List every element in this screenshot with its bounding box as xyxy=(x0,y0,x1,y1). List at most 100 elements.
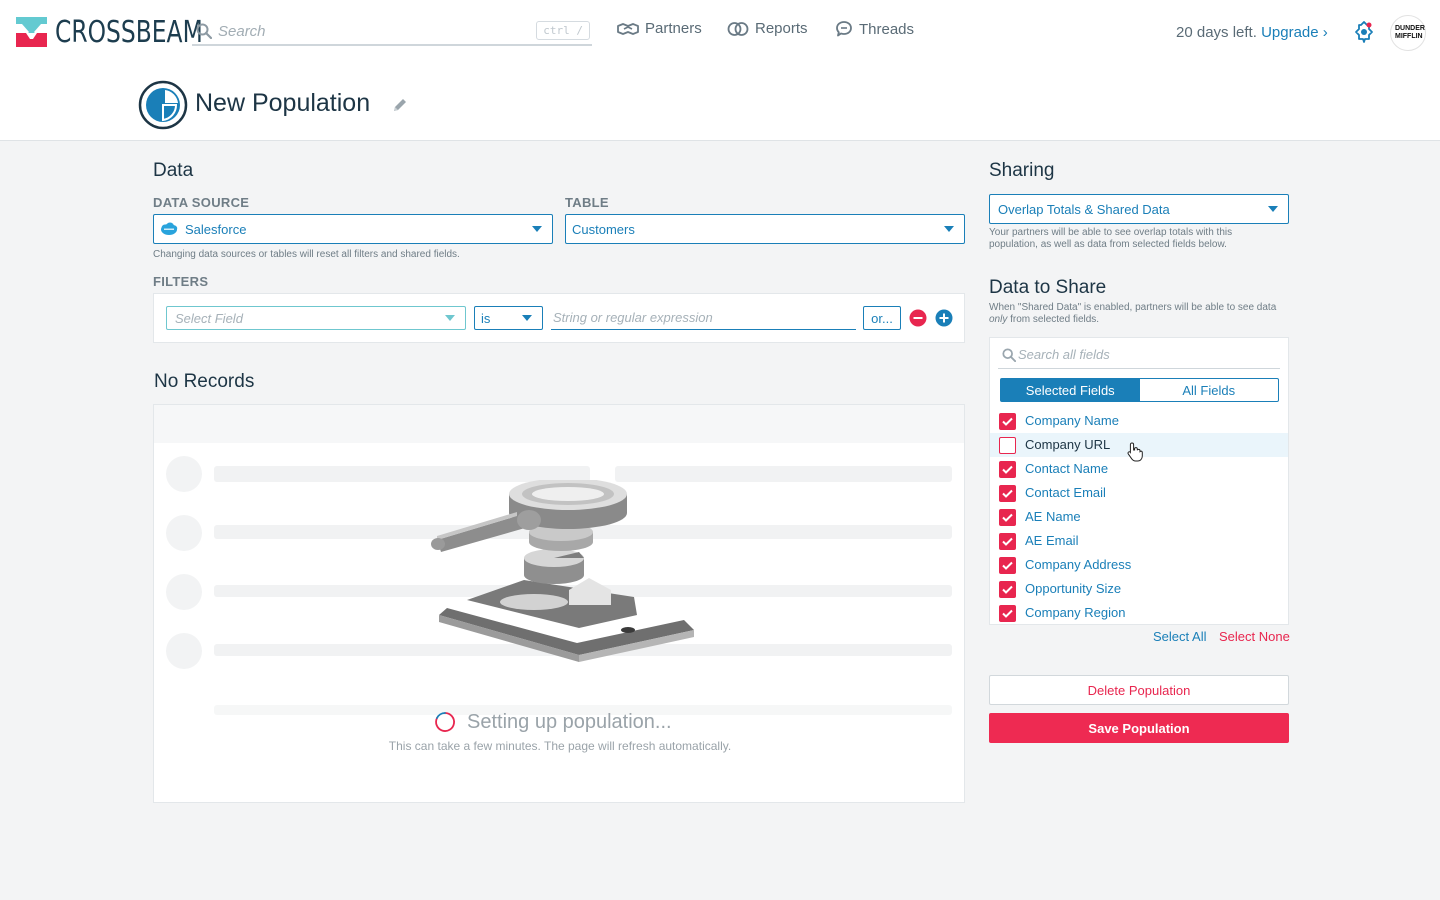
records-heading: No Records xyxy=(154,371,255,392)
checkbox-checked[interactable] xyxy=(999,509,1016,526)
field-row[interactable]: Company Region xyxy=(990,601,1288,624)
field-row[interactable]: Opportunity Size xyxy=(990,577,1288,601)
field-search-placeholder: Search all fields xyxy=(1018,347,1110,362)
delete-population-button[interactable]: Delete Population xyxy=(989,675,1289,705)
top-bar: CROSSBEAM ctrl / Partners Reports Thread… xyxy=(0,0,1440,141)
ghost-row-avatar xyxy=(166,456,202,492)
field-label: Contact Name xyxy=(1025,461,1109,476)
hand-cursor-icon xyxy=(1127,442,1143,462)
chevron-down-icon xyxy=(944,226,954,232)
checkmark-icon xyxy=(1002,537,1013,546)
hint-pre: When "Shared Data" is enabled, partners … xyxy=(989,302,1277,313)
field-row[interactable]: Company Name xyxy=(990,409,1288,433)
save-population-button[interactable]: Save Population xyxy=(989,713,1289,743)
trial-notice: 20 days left. Upgrade › xyxy=(1176,24,1328,41)
field-row[interactable]: AE Name xyxy=(990,505,1288,529)
add-filter-icon[interactable] xyxy=(935,309,953,327)
filter-operator-select[interactable]: is xyxy=(474,306,543,330)
crossbeam-logo-icon xyxy=(16,17,47,47)
search-icon xyxy=(196,23,212,39)
pencil-icon[interactable] xyxy=(391,96,409,114)
data-to-share-heading: Data to Share xyxy=(989,277,1107,298)
data-heading: Data xyxy=(153,160,194,181)
chevron-down-icon xyxy=(1268,206,1278,212)
ghost-row-avatar xyxy=(166,633,202,669)
fields-panel: Search all fields Selected Fields All Fi… xyxy=(989,337,1289,625)
checkmark-icon xyxy=(1002,513,1013,522)
remove-filter-icon[interactable] xyxy=(909,309,927,327)
search-icon xyxy=(1002,348,1016,362)
records-placeholder: Setting up population... This can take a… xyxy=(153,404,965,803)
checkbox-unchecked[interactable] xyxy=(999,437,1016,454)
trial-text: 20 days left. xyxy=(1176,24,1257,41)
filter-field-select[interactable]: Select Field xyxy=(166,306,466,330)
tab-all-fields[interactable]: All Fields xyxy=(1140,379,1279,401)
sharing-select[interactable]: Overlap Totals & Shared Data xyxy=(989,194,1289,224)
filters-panel: Select Field is String or regular expres… xyxy=(153,293,965,343)
checkbox-checked[interactable] xyxy=(999,557,1016,574)
or-button[interactable]: or... xyxy=(863,306,901,330)
filter-value-placeholder: String or regular expression xyxy=(553,310,713,325)
sharing-value: Overlap Totals & Shared Data xyxy=(998,201,1170,217)
nav-threads[interactable]: Threads xyxy=(835,20,914,38)
field-label: Contact Email xyxy=(1025,485,1106,500)
field-row[interactable]: AE Email xyxy=(990,529,1288,553)
select-all-link[interactable]: Select All xyxy=(1153,629,1206,644)
data-to-share-hint: When "Shared Data" is enabled, partners … xyxy=(989,302,1284,326)
table-select[interactable]: Customers xyxy=(565,214,965,244)
sharing-heading: Sharing xyxy=(989,160,1055,181)
setup-sub-text: This can take a few minutes. The page wi… xyxy=(388,739,732,753)
ghost-row-avatar xyxy=(166,574,202,610)
filter-operator-value: is xyxy=(481,310,491,326)
upgrade-link[interactable]: Upgrade › xyxy=(1261,24,1328,41)
checkbox-checked[interactable] xyxy=(999,461,1016,478)
table-label: TABLE xyxy=(565,195,609,210)
nav-partners[interactable]: Partners xyxy=(617,20,702,37)
population-pie-icon xyxy=(138,80,188,130)
filters-label: FILTERS xyxy=(153,274,209,289)
checkbox-checked[interactable] xyxy=(999,581,1016,598)
chevron-down-icon xyxy=(532,226,542,232)
account-avatar[interactable]: DUNDER MIFFLIN xyxy=(1390,15,1426,51)
select-none-link[interactable]: Select None xyxy=(1219,629,1290,644)
global-search[interactable]: ctrl / xyxy=(192,18,592,46)
field-row[interactable]: Company Address xyxy=(990,553,1288,577)
checkmark-icon xyxy=(1002,489,1013,498)
checkmark-icon xyxy=(1002,609,1013,618)
overlap-circles-icon xyxy=(727,21,749,36)
notifications-button[interactable] xyxy=(1354,20,1374,47)
field-label: Company URL xyxy=(1025,437,1111,452)
checkbox-checked[interactable] xyxy=(999,533,1016,550)
avatar-text: DUNDER MIFFLIN xyxy=(1395,25,1425,40)
table-value: Customers xyxy=(572,221,635,237)
search-input[interactable] xyxy=(218,22,518,40)
setup-illustration xyxy=(431,480,694,662)
sharing-hint: Your partners will be able to see overla… xyxy=(989,227,1233,250)
loading-spinner-icon xyxy=(435,712,455,732)
nav-partners-label: Partners xyxy=(645,20,702,37)
checkbox-checked[interactable] xyxy=(999,413,1016,430)
data-source-hint: Changing data sources or tables will res… xyxy=(153,249,460,260)
chevron-down-icon xyxy=(445,315,455,321)
brand-name: CROSSBEAM xyxy=(55,14,203,50)
search-shortcut: ctrl / xyxy=(536,21,590,40)
checkbox-checked[interactable] xyxy=(999,605,1016,622)
field-label: Company Name xyxy=(1025,413,1119,428)
field-label: AE Email xyxy=(1025,533,1079,548)
tab-selected-fields[interactable]: Selected Fields xyxy=(1001,379,1140,401)
checkbox-checked[interactable] xyxy=(999,485,1016,502)
hint-post: from selected fields. xyxy=(1007,314,1100,325)
field-label: Opportunity Size xyxy=(1025,581,1122,596)
field-search[interactable]: Search all fields xyxy=(998,344,1280,369)
nav-threads-label: Threads xyxy=(859,20,915,38)
field-row[interactable]: Contact Email xyxy=(990,481,1288,505)
ghost-table-header xyxy=(154,405,964,443)
field-label: AE Name xyxy=(1025,509,1081,524)
filter-value-input[interactable]: String or regular expression xyxy=(551,306,856,330)
filter-field-placeholder: Select Field xyxy=(175,310,243,326)
setup-status-text: Setting up population... xyxy=(467,711,672,733)
checkmark-icon xyxy=(1002,417,1013,426)
nav-reports[interactable]: Reports xyxy=(727,20,808,37)
data-source-select[interactable]: Salesforce xyxy=(153,214,553,244)
page-title: New Population xyxy=(195,89,371,117)
